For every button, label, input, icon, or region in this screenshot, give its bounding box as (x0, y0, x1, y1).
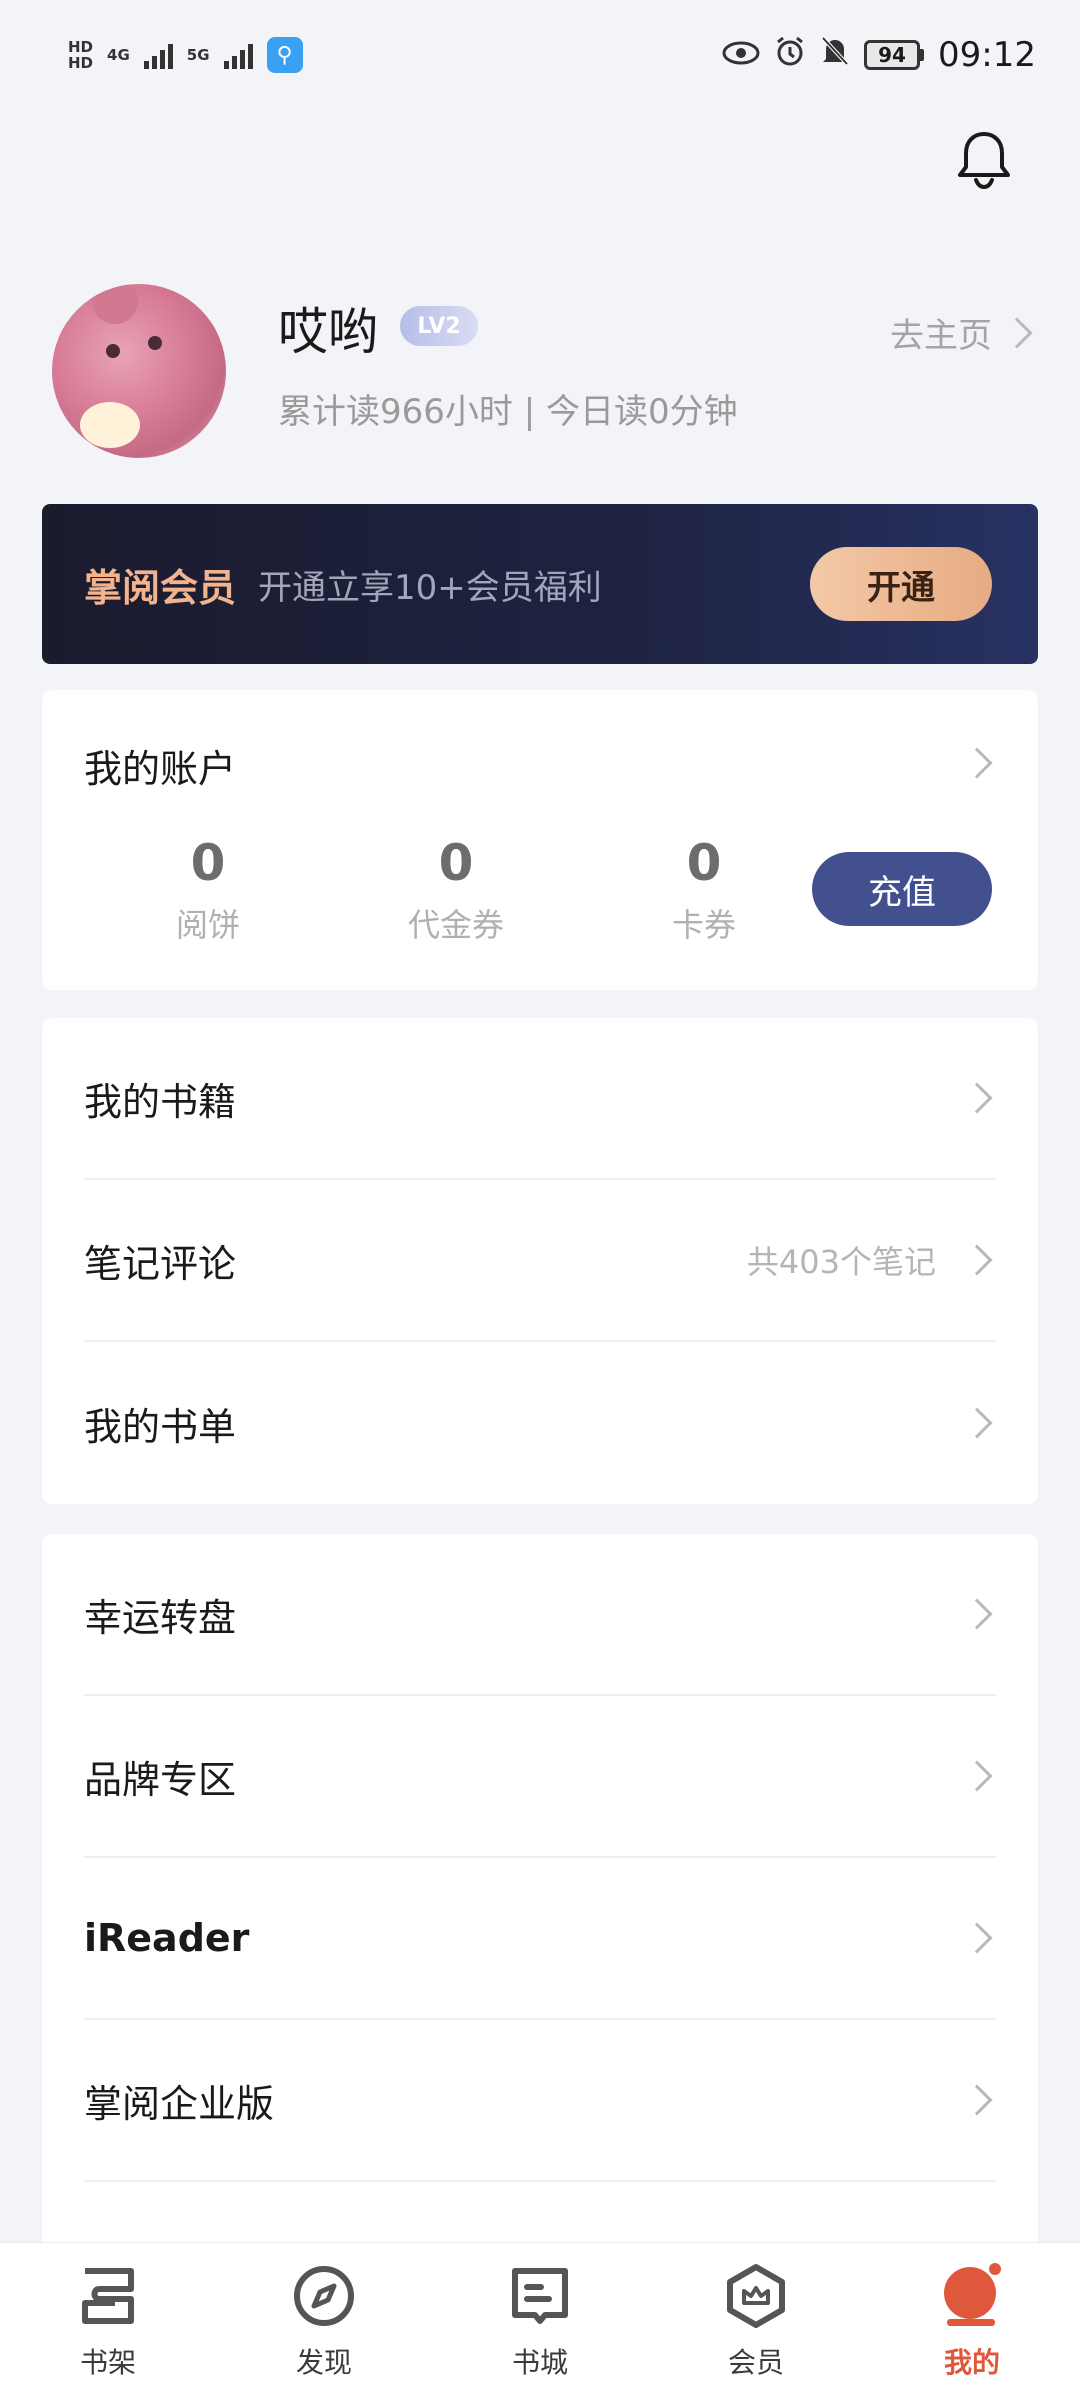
mute-bell-icon (820, 35, 850, 76)
nav-mine[interactable]: 我的 (864, 2243, 1080, 2400)
alarm-icon (774, 35, 806, 76)
menu-item-label: 我的书单 (84, 1404, 237, 1449)
eye-icon (722, 35, 760, 75)
stat-yuebing[interactable]: 0 阅饼 (128, 836, 288, 946)
signal-icon (143, 41, 173, 69)
status-bar: HD HD 4G 5G ⚲ 94 09:12 (0, 0, 1080, 110)
activate-vip-button[interactable]: 开通 (810, 547, 992, 621)
chevron-right-icon[interactable] (961, 747, 993, 779)
go-homepage-link[interactable]: 去主页 (890, 308, 1033, 357)
stat-card-coupon[interactable]: 0 卡券 (624, 836, 784, 946)
network-4g-label: 4G (107, 46, 130, 64)
chevron-right-icon (961, 1082, 993, 1114)
nav-membership[interactable]: 会员 (648, 2243, 864, 2400)
hd-indicator: HD HD (68, 38, 94, 72)
stat-label: 卡券 (671, 906, 736, 944)
menu-item-label: 幸运转盘 (84, 1595, 237, 1640)
chevron-right-icon (961, 1598, 993, 1630)
notification-bell-icon[interactable] (954, 128, 1014, 190)
clock: 09:12 (938, 35, 1036, 75)
search-app-icon: ⚲ (266, 37, 303, 73)
nav-label: 我的 (943, 2346, 1000, 2379)
nav-label: 书城 (511, 2346, 568, 2379)
home-link-label: 去主页 (890, 316, 992, 356)
menu-item-brand-zone[interactable]: 品牌专区 (84, 1696, 996, 1858)
profile-icon (937, 2261, 1007, 2331)
menu-item-my-booklists[interactable]: 我的书单 (84, 1342, 996, 1504)
battery-icon: 94 (864, 40, 925, 70)
stat-label: 代金券 (407, 906, 504, 944)
menu-item-label: 笔记评论 (84, 1241, 237, 1286)
bookshelf-icon (73, 2261, 143, 2331)
status-right: 94 09:12 (722, 35, 1036, 76)
nav-label: 会员 (727, 2346, 784, 2379)
vip-description: 开通立享10+会员福利 (258, 567, 602, 608)
menu-item-label: iReader (84, 1916, 250, 1960)
network-5g-label: 5G (186, 46, 210, 64)
username: 哎哟 (278, 303, 378, 361)
menu-item-enterprise[interactable]: 掌阅企业版 (84, 2020, 996, 2182)
level-badge: LV2 (400, 306, 478, 346)
nav-discover[interactable]: 发现 (216, 2243, 432, 2400)
stat-value: 0 (686, 834, 722, 892)
stat-label: 阅饼 (175, 906, 240, 944)
book-store-icon (505, 2261, 575, 2331)
signal-icon-2 (223, 41, 253, 69)
nav-bookstore[interactable]: 书城 (432, 2243, 648, 2400)
reading-stats: 累计读966小时 | 今日读0分钟 (278, 392, 738, 432)
stat-voucher[interactable]: 0 代金券 (376, 836, 536, 946)
menu-item-label: 我的书籍 (84, 1079, 237, 1124)
status-left: HD HD 4G 5G ⚲ (68, 37, 303, 73)
menu-item-lucky-wheel[interactable]: 幸运转盘 (84, 1534, 996, 1696)
nav-label: 书架 (79, 2346, 136, 2379)
vip-membership-banner[interactable]: 掌阅会员 开通立享10+会员福利 开通 (42, 504, 1038, 664)
crown-icon (721, 2261, 791, 2331)
bottom-nav: 书架 发现 书城 会员 我的 (0, 2242, 1080, 2400)
profile-header: 哎哟 LV2 累计读966小时 | 今日读0分钟 去主页 (52, 284, 1033, 460)
vip-title: 掌阅会员 (84, 565, 237, 610)
account-title[interactable]: 我的账户 (84, 738, 236, 793)
nav-bookshelf[interactable]: 书架 (0, 2243, 216, 2400)
menu-item-label: 掌阅企业版 (84, 2081, 275, 2126)
menu-item-label: 品牌专区 (84, 1757, 237, 1802)
account-card: 我的账户 0 阅饼 0 代金券 0 卡券 充值 (42, 690, 1038, 990)
compass-icon (289, 2261, 359, 2331)
menu-item-my-books[interactable]: 我的书籍 (84, 1018, 996, 1180)
menu-group-1: 我的书籍 笔记评论 共403个笔记 我的书单 (42, 1018, 1038, 1504)
chevron-right-icon (961, 1407, 993, 1439)
stat-value: 0 (190, 834, 226, 892)
avatar[interactable] (52, 284, 226, 458)
chevron-right-icon (961, 1760, 993, 1792)
nav-label: 发现 (295, 2346, 352, 2379)
menu-item-notes-comments[interactable]: 笔记评论 共403个笔记 (84, 1180, 996, 1342)
chevron-right-icon (1001, 316, 1033, 349)
chevron-right-icon (961, 1244, 993, 1276)
menu-group-2: 幸运转盘 品牌专区 iReader 掌阅企业版 (42, 1534, 1038, 2254)
menu-item-ireader[interactable]: iReader (84, 1858, 996, 2020)
stat-value: 0 (438, 834, 474, 892)
chevron-right-icon (961, 1922, 993, 1954)
chevron-right-icon (961, 2084, 993, 2116)
notes-count: 共403个笔记 (746, 1243, 936, 1281)
recharge-button[interactable]: 充值 (812, 852, 992, 926)
